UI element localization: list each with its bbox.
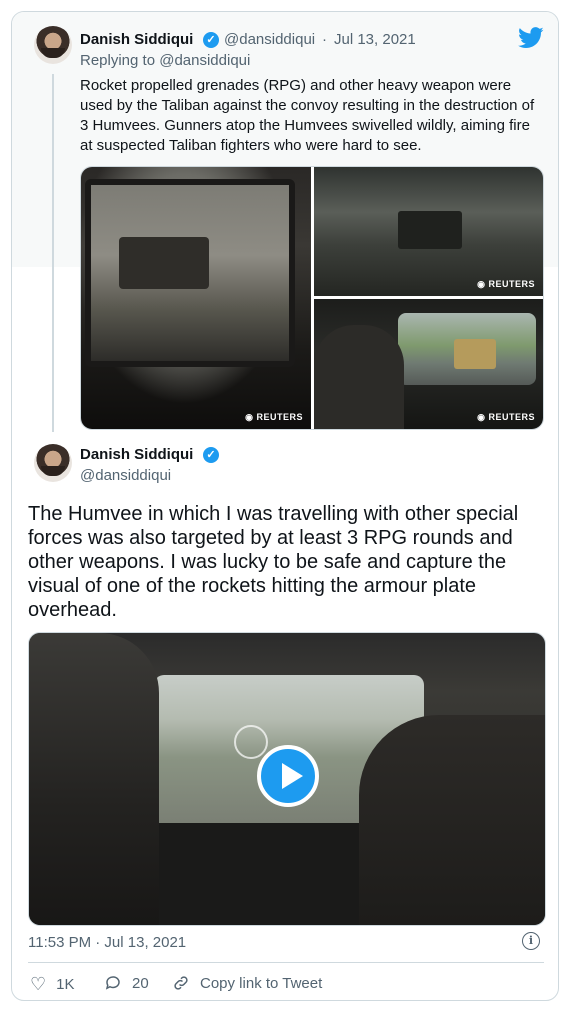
info-icon[interactable]: i — [522, 932, 540, 950]
avatar[interactable] — [34, 444, 72, 482]
replying-to: Replying to @dansiddiqui — [80, 52, 250, 69]
tweet-timestamp[interactable]: 11:53 PM · Jul 13, 2021 — [28, 934, 186, 951]
reuters-watermark: REUTERS — [245, 412, 303, 423]
replying-to-label: Replying to — [80, 52, 160, 69]
thread-connector-line — [52, 74, 54, 432]
replying-to-handle[interactable]: @dansiddiqui — [159, 52, 250, 69]
play-icon[interactable] — [257, 745, 319, 807]
parent-tweet-text: Rocket propelled grenades (RPG) and othe… — [80, 77, 535, 154]
author-handle[interactable]: @dansiddiqui — [80, 467, 171, 484]
photo-1[interactable]: REUTERS — [81, 167, 311, 429]
like-count: 1K — [56, 976, 75, 993]
video-player[interactable] — [28, 632, 546, 926]
comment-icon — [105, 976, 120, 990]
actions-divider — [28, 962, 544, 963]
meta-separator: · — [322, 31, 327, 48]
road-vehicle — [398, 211, 462, 249]
humvee-shape — [119, 237, 209, 289]
verified-badge-icon: ✓ — [203, 447, 219, 463]
copy-link-button[interactable]: Copy link to Tweet — [172, 974, 322, 992]
tweet-embed-card: Danish Siddiqui ✓ @dansiddiqui · Jul 13,… — [11, 11, 559, 1001]
heart-icon: ♡ — [30, 974, 47, 994]
verified-badge-icon: ✓ — [203, 32, 219, 48]
copy-link-label: Copy link to Tweet — [200, 974, 323, 992]
video-left-figure — [29, 633, 159, 925]
photo-3[interactable]: REUTERS — [314, 299, 543, 429]
gunner-silhouette — [314, 325, 404, 429]
video-crack — [234, 725, 268, 759]
twitter-bird-icon[interactable] — [518, 27, 544, 49]
author-name[interactable]: Danish Siddiqui — [80, 31, 193, 48]
reuters-watermark: REUTERS — [477, 412, 535, 423]
avatar[interactable] — [34, 26, 72, 64]
author-name[interactable]: Danish Siddiqui — [80, 446, 193, 463]
reply-count: 20 — [132, 974, 149, 992]
like-button[interactable]: ♡ 1K — [30, 974, 75, 995]
author-handle[interactable]: @dansiddiqui — [224, 31, 315, 48]
reply-button[interactable]: 20 — [104, 974, 149, 992]
photo-grid: REUTERS REUTERS REUTERS — [80, 166, 544, 430]
video-right-figure — [359, 715, 545, 925]
tweet-date[interactable]: Jul 13, 2021 — [334, 31, 416, 48]
reuters-watermark: REUTERS — [477, 279, 535, 290]
link-icon — [174, 976, 188, 990]
tweet-text: The Humvee in which I was travelling wit… — [28, 503, 519, 621]
photo-2[interactable]: REUTERS — [314, 167, 543, 296]
humvee-ahead — [454, 339, 496, 369]
